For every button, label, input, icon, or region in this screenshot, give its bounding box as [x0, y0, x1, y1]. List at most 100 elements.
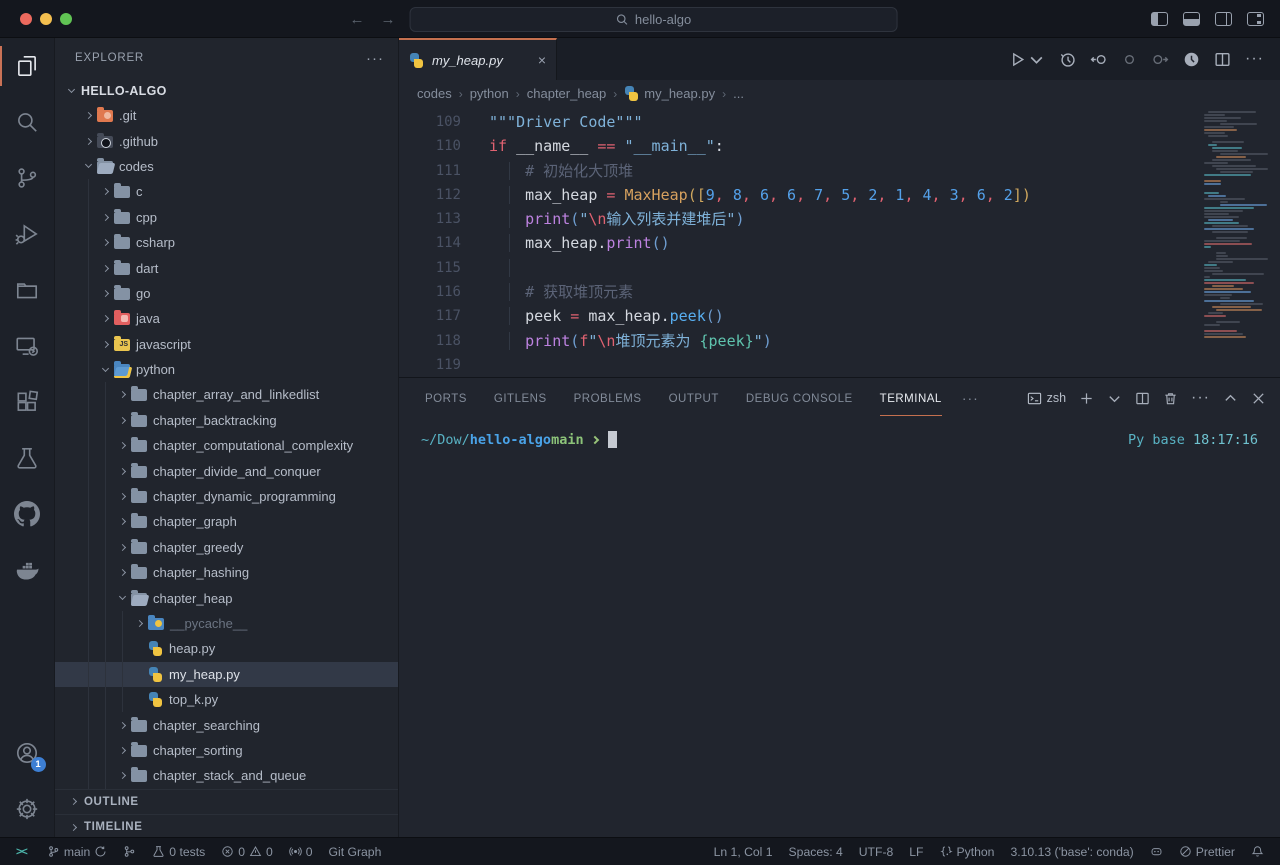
breadcrumb-item--[interactable]: ...	[733, 86, 744, 101]
previous-change-icon[interactable]	[1090, 51, 1107, 68]
timeline-history-icon[interactable]	[1059, 51, 1076, 68]
tree-item--pycache-[interactable]: __pycache__	[55, 611, 398, 636]
close-window-button[interactable]	[20, 13, 32, 25]
tree-item-chapter-heap[interactable]: chapter_heap	[55, 585, 398, 610]
cursor-position-item[interactable]: Ln 1, Col 1	[708, 845, 779, 859]
tests-item[interactable]: 0 tests	[146, 845, 211, 859]
run-and-debug-icon[interactable]	[0, 206, 55, 262]
panel-tab-debug-console[interactable]: DEBUG CONSOLE	[746, 381, 853, 416]
python-interpreter-item[interactable]: 3.10.13 ('base': conda)	[1004, 845, 1139, 859]
tree-item-chapter-divide-and-conquer[interactable]: chapter_divide_and_conquer	[55, 458, 398, 483]
panel-tab-ports[interactable]: PORTS	[425, 381, 467, 416]
problems-item[interactable]: 0 0	[215, 845, 279, 859]
tab-my-heap-py[interactable]: my_heap.py ×	[399, 38, 557, 80]
tree-item-chapter-hashing[interactable]: chapter_hashing	[55, 560, 398, 585]
navigate-forward-icon[interactable]: →	[381, 11, 396, 28]
next-change-icon[interactable]	[1152, 51, 1169, 68]
terminal-dropdown-icon[interactable]	[1107, 391, 1122, 406]
change-icon[interactable]	[1121, 51, 1138, 68]
navigate-back-icon[interactable]: ←	[350, 11, 365, 28]
split-terminal-icon[interactable]	[1135, 391, 1150, 406]
timeline-section[interactable]: TIMELINE	[55, 814, 398, 837]
tree-item--github[interactable]: .github	[55, 128, 398, 153]
minimize-window-button[interactable]	[40, 13, 52, 25]
editor-more-actions-icon[interactable]: ···	[1245, 50, 1264, 68]
close-panel-icon[interactable]	[1251, 391, 1266, 406]
eol-item[interactable]: LF	[903, 845, 929, 859]
tree-item-chapter-graph[interactable]: chapter_graph	[55, 509, 398, 534]
tree-item-dart[interactable]: dart	[55, 255, 398, 280]
explorer-more-actions-icon[interactable]: ···	[366, 50, 384, 67]
new-terminal-icon[interactable]	[1079, 391, 1094, 406]
language-mode-item[interactable]: Python	[934, 845, 1001, 859]
notifications-bell-icon[interactable]	[1245, 845, 1270, 858]
settings-gear-icon[interactable]	[0, 781, 55, 837]
search-view-icon[interactable]	[0, 94, 55, 150]
github-icon[interactable]	[0, 486, 55, 542]
git-branch-item[interactable]: main	[41, 845, 113, 859]
panel-tab-gitlens[interactable]: GITLENS	[494, 381, 547, 416]
breadcrumb-item-python[interactable]: python	[470, 86, 509, 101]
tree-item--git[interactable]: .git	[55, 103, 398, 128]
tree-item-chapter-dynamic-programming[interactable]: chapter_dynamic_programming	[55, 484, 398, 509]
tree-root-hello-algo[interactable]: HELLO-ALGO	[55, 78, 398, 103]
tree-item-chapter-greedy[interactable]: chapter_greedy	[55, 535, 398, 560]
tree-item-top-k-py[interactable]: top_k.py	[55, 687, 398, 712]
breadcrumb-item-chapter-heap[interactable]: chapter_heap	[527, 86, 607, 101]
breadcrumb-item-codes[interactable]: codes	[417, 86, 452, 101]
remote-explorer-icon[interactable]	[0, 318, 55, 374]
remote-indicator[interactable]: ><	[6, 846, 37, 858]
tree-item-go[interactable]: go	[55, 281, 398, 306]
close-tab-icon[interactable]: ×	[538, 52, 546, 68]
run-python-file-button[interactable]	[1009, 51, 1045, 68]
accounts-icon[interactable]: 1	[0, 725, 55, 781]
breadcrumb-item-my-heap-py[interactable]: my_heap.py	[624, 86, 715, 101]
toggle-panel-icon[interactable]	[1183, 12, 1200, 26]
encoding-item[interactable]: UTF-8	[853, 845, 900, 859]
tree-item-chapter-computational-complexity[interactable]: chapter_computational_complexity	[55, 433, 398, 458]
explorer-icon[interactable]	[0, 38, 55, 94]
tree-item-python[interactable]: python	[55, 357, 398, 382]
tree-item-chapter-array-and-linkedlist[interactable]: chapter_array_and_linkedlist	[55, 382, 398, 407]
tree-item-java[interactable]: java	[55, 306, 398, 331]
maximize-panel-icon[interactable]	[1223, 391, 1238, 406]
tree-item-my-heap-py[interactable]: my_heap.py	[55, 662, 398, 687]
source-control-icon[interactable]	[0, 150, 55, 206]
tree-item-javascript[interactable]: javascript	[55, 332, 398, 357]
panel-tab-problems[interactable]: PROBLEMS	[574, 381, 642, 416]
toggle-primary-sidebar-icon[interactable]	[1151, 12, 1168, 26]
command-center-search[interactable]: hello-algo	[410, 7, 898, 32]
kill-terminal-trash-icon[interactable]	[1163, 391, 1178, 406]
terminal-shell-item[interactable]: zsh	[1027, 391, 1066, 406]
tree-item-chapter-searching[interactable]: chapter_searching	[55, 712, 398, 737]
panel-tab-output[interactable]: OUTPUT	[669, 381, 719, 416]
git-graph-branch-icon[interactable]	[117, 845, 142, 858]
tree-item-heap-py[interactable]: heap.py	[55, 636, 398, 661]
panel-more-actions-icon[interactable]: ···	[1191, 389, 1210, 407]
gitlens-icon[interactable]	[1183, 51, 1200, 68]
tree-item-cpp[interactable]: cpp	[55, 205, 398, 230]
docker-icon[interactable]	[0, 542, 55, 598]
customize-layout-icon[interactable]	[1247, 12, 1264, 26]
code-editor[interactable]: 109"""Driver Code"""110if __name__ == "_…	[399, 107, 1280, 377]
copilot-icon[interactable]	[1144, 845, 1169, 858]
project-manager-icon[interactable]	[0, 262, 55, 318]
tree-item-chapter-stack-and-queue[interactable]: chapter_stack_and_queue	[55, 763, 398, 788]
tree-item-codes[interactable]: codes	[55, 154, 398, 179]
tree-item-chapter-backtracking[interactable]: chapter_backtracking	[55, 408, 398, 433]
extensions-icon[interactable]	[0, 374, 55, 430]
panel-tab-terminal[interactable]: TERMINAL	[880, 381, 942, 416]
git-graph-item[interactable]: Git Graph	[323, 845, 388, 859]
minimap[interactable]	[1204, 111, 1268, 339]
outline-section[interactable]: OUTLINE	[55, 789, 398, 814]
formatter-item[interactable]: Prettier	[1173, 845, 1241, 859]
tree-item-c[interactable]: c	[55, 179, 398, 204]
terminal-content[interactable]: ~/Dow/hello-algo main Py base 18:17:16	[399, 418, 1280, 837]
tree-item-chapter-sorting[interactable]: chapter_sorting	[55, 738, 398, 763]
testing-icon[interactable]	[0, 430, 55, 486]
split-editor-icon[interactable]	[1214, 51, 1231, 68]
panel-tabs-more-icon[interactable]: ···	[962, 390, 979, 406]
indentation-item[interactable]: Spaces: 4	[783, 845, 849, 859]
toggle-secondary-sidebar-icon[interactable]	[1215, 12, 1232, 26]
ports-item[interactable]: 0	[283, 845, 319, 859]
